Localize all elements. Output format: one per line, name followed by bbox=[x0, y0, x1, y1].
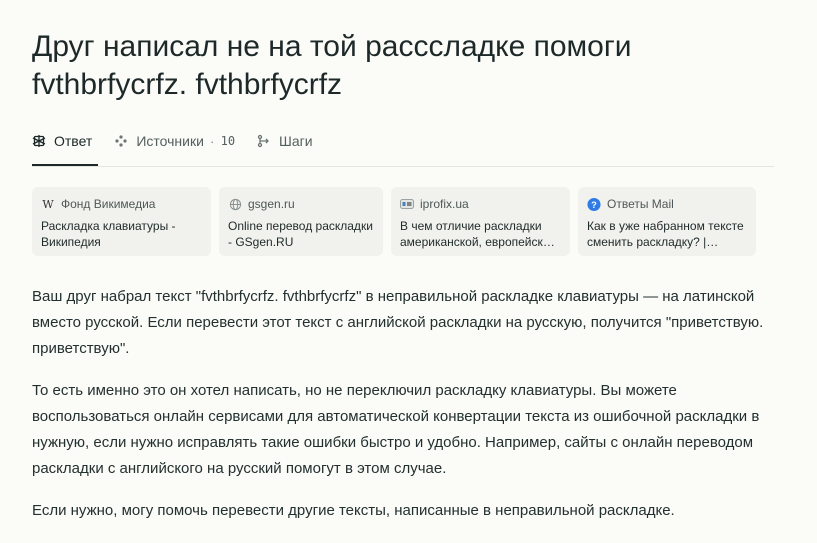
answer-icon bbox=[32, 134, 46, 148]
source-cards: W Фонд Викимедиа Раскладка клавиатуры - … bbox=[32, 187, 756, 256]
tab-answer-label: Ответ bbox=[54, 133, 93, 149]
source-site: iprofix.ua bbox=[400, 196, 561, 212]
tab-steps-label: Шаги bbox=[279, 133, 313, 149]
result-tabs: Ответ Источники · 10 Шаги bbox=[32, 124, 774, 167]
globe-icon bbox=[228, 197, 242, 211]
source-site-name: Ответы Mail bbox=[607, 197, 674, 211]
source-title: Online перевод раскладки - GSgen.RU bbox=[228, 219, 373, 249]
answer-paragraph: Ваш друг набрал текст "fvthbrfycrfz. fvt… bbox=[32, 288, 764, 357]
answer-paragraph: Если нужно, могу помочь перевести другие… bbox=[32, 502, 675, 519]
svg-text:?: ? bbox=[591, 199, 597, 209]
tab-sources-label: Источники bbox=[136, 133, 204, 149]
tab-answer[interactable]: Ответ bbox=[32, 124, 99, 166]
source-title: Как в уже набранном тексте сменить раскл… bbox=[587, 219, 744, 249]
tab-sources-separator: · bbox=[209, 133, 215, 149]
mail-answers-icon: ? bbox=[587, 197, 601, 211]
answer-body: Ваш друг набрал текст "fvthbrfycrfz. fvt… bbox=[32, 284, 782, 540]
source-card-wikipedia[interactable]: W Фонд Викимедиа Раскладка клавиатуры - … bbox=[32, 187, 211, 256]
source-card-mail-answers[interactable]: ? Ответы Mail Как в уже набранном тексте… bbox=[578, 187, 756, 256]
source-site: ? Ответы Mail bbox=[587, 196, 747, 212]
source-site: W Фонд Викимедиа bbox=[41, 196, 202, 212]
source-title: Раскладка клавиатуры - Википедия bbox=[41, 219, 176, 249]
source-title: В чем отличие раскладки американской, ев… bbox=[400, 219, 557, 249]
tab-steps[interactable]: Шаги bbox=[257, 124, 313, 158]
source-site-name: iprofix.ua bbox=[420, 197, 469, 211]
wikipedia-icon: W bbox=[42, 197, 54, 211]
source-site-name: Фонд Викимедиа bbox=[61, 197, 156, 211]
source-card-gsgen[interactable]: gsgen.ru Online перевод раскладки - GSge… bbox=[219, 187, 383, 256]
answer-page: Друг написал не на той рассcладке помоги… bbox=[0, 0, 817, 543]
answer-paragraph: То есть именно это он хотел написать, но… bbox=[32, 382, 760, 477]
iprofix-icon bbox=[400, 197, 414, 211]
steps-icon bbox=[257, 134, 271, 148]
tab-sources[interactable]: Источники · 10 bbox=[114, 124, 235, 158]
sources-icon bbox=[114, 134, 128, 148]
tab-sources-count: 10 bbox=[220, 134, 236, 148]
source-card-iprofix[interactable]: iprofix.ua В чем отличие раскладки амери… bbox=[391, 187, 570, 256]
source-site-name: gsgen.ru bbox=[248, 197, 295, 211]
source-site: gsgen.ru bbox=[228, 196, 374, 212]
page-title: Друг написал не на той рассcладке помоги… bbox=[32, 30, 632, 101]
